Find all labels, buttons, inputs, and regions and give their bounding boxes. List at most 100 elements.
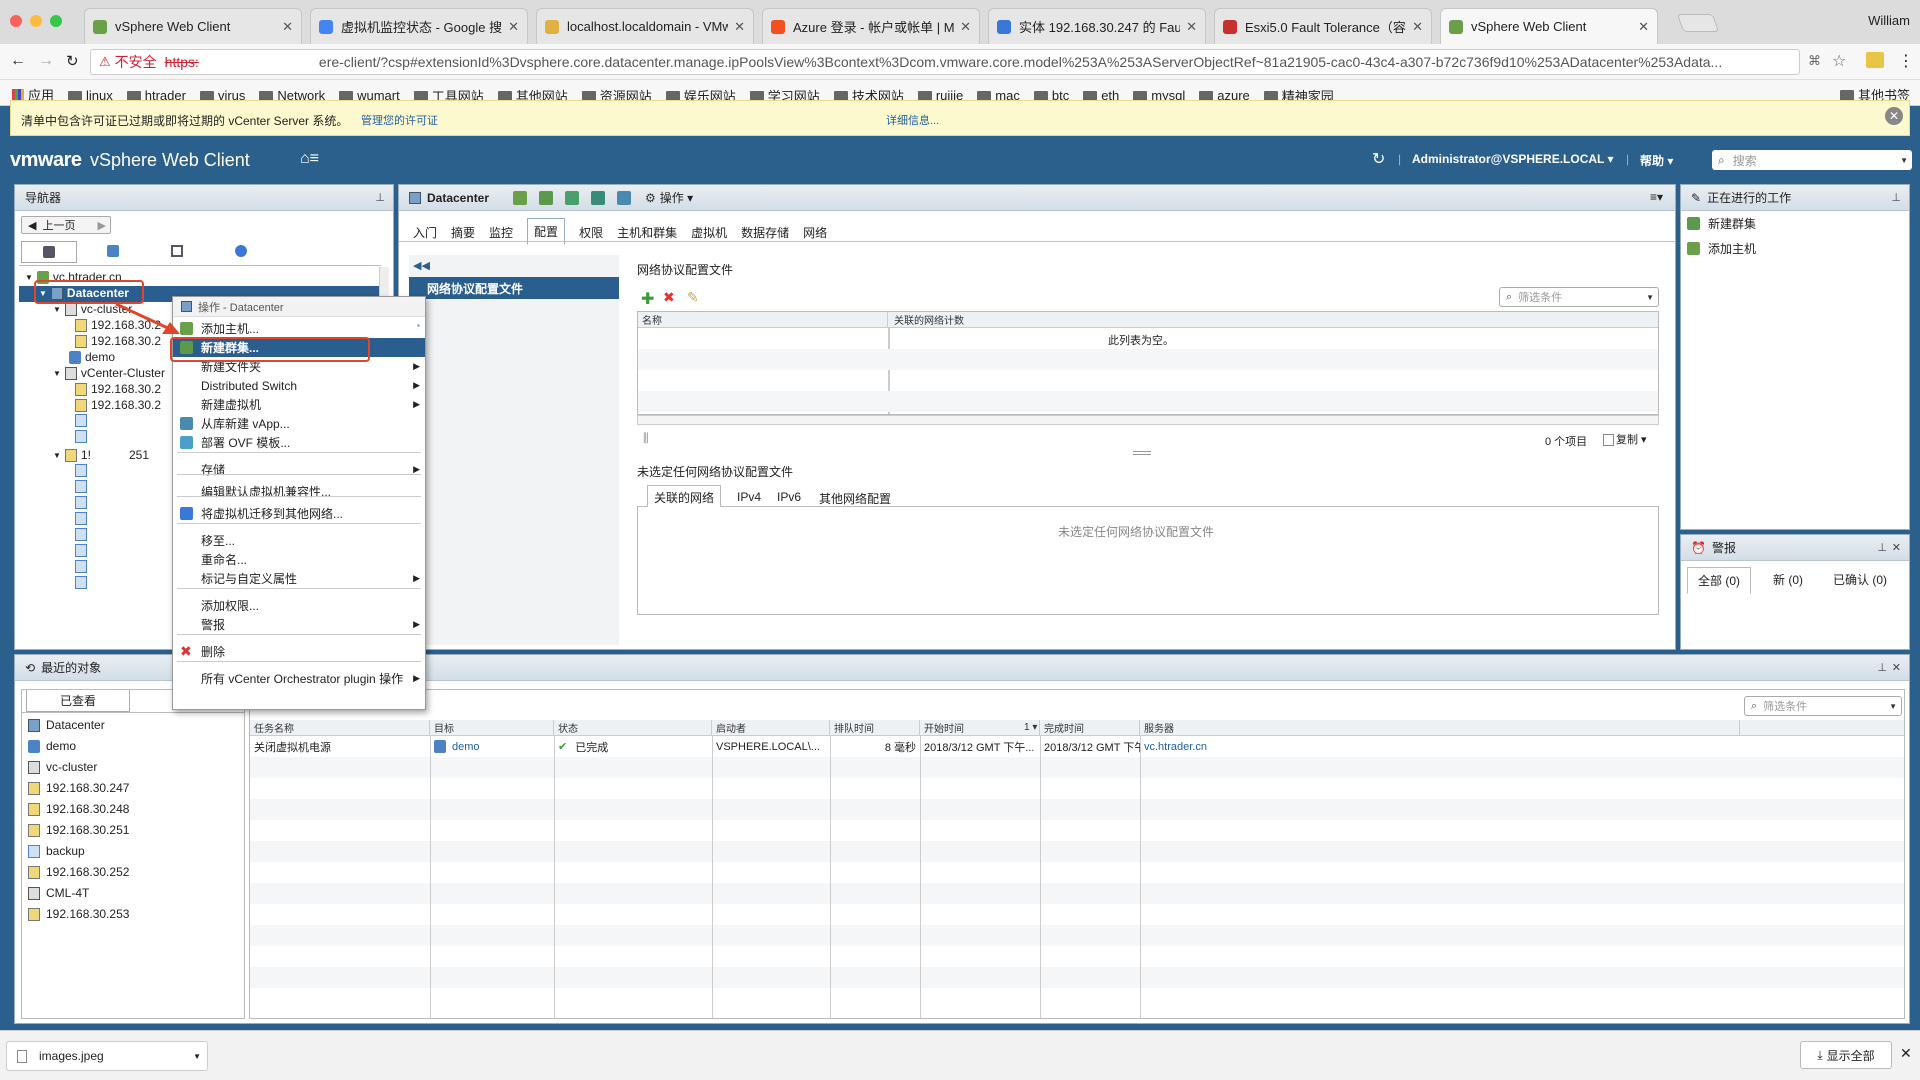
help-menu[interactable]: 帮助 ▾ bbox=[1640, 152, 1673, 169]
hosts-clusters-tab[interactable] bbox=[21, 241, 77, 263]
pin-icon[interactable]: ⊥ bbox=[1877, 661, 1887, 674]
actions-menu[interactable]: 操作 ▾ bbox=[660, 189, 693, 206]
user-menu[interactable]: Administrator@VSPHERE.LOCAL ▾ bbox=[1412, 152, 1614, 166]
add-icon[interactable]: ✚ bbox=[641, 289, 654, 309]
vm-icon[interactable] bbox=[75, 430, 87, 443]
menu-item[interactable]: 编辑默认虚拟机兼容性... bbox=[173, 482, 425, 501]
vm-icon[interactable] bbox=[75, 560, 87, 573]
reload-icon[interactable]: ↻ bbox=[66, 52, 79, 70]
pin-icon[interactable]: ⊥ bbox=[1891, 191, 1901, 204]
tree-item[interactable]: 192.168.30.2 bbox=[75, 382, 161, 396]
filter-input[interactable]: ⌕ 筛选条件 ▼ bbox=[1499, 287, 1659, 307]
list-item[interactable]: vc-cluster bbox=[28, 760, 97, 774]
menu-item[interactable]: 部署 OVF 模板... bbox=[173, 433, 425, 452]
list-item[interactable]: 192.168.30.253 bbox=[28, 907, 129, 921]
work-item[interactable]: 添加主机 bbox=[1687, 240, 1756, 257]
menu-item[interactable]: Distributed Switch ▶ bbox=[173, 376, 425, 395]
alarm-tab[interactable]: 已确认 (0) bbox=[1827, 567, 1893, 592]
details-link[interactable]: 详细信息... bbox=[886, 112, 939, 128]
column-header[interactable]: 服务器 bbox=[1140, 720, 1740, 735]
close-window-icon[interactable] bbox=[10, 15, 22, 27]
menu-item[interactable]: 重命名... bbox=[173, 550, 425, 569]
detail-tab[interactable]: IPv4 bbox=[733, 487, 765, 507]
new-tab-button[interactable] bbox=[1676, 14, 1720, 32]
side-item-network-protocol-profiles[interactable]: 网络协议配置文件 bbox=[409, 277, 619, 299]
close-icon[interactable]: ✕ bbox=[1892, 541, 1901, 554]
back-button[interactable]: ◀ 上一页 ▶ bbox=[21, 216, 111, 234]
tree-item[interactable]: demo bbox=[69, 350, 115, 364]
table-row[interactable]: 关闭虚拟机电源 demo ✔ 已完成 VSPHERE.LOCAL\... 8 毫秒 2018… bbox=[250, 736, 1904, 757]
column-header[interactable]: 1 ▾ bbox=[1020, 720, 1040, 735]
download-item[interactable]: images.jpeg ▼ bbox=[6, 1041, 208, 1071]
close-icon[interactable]: ✕ bbox=[1892, 661, 1901, 674]
profile-name[interactable]: William bbox=[1868, 13, 1910, 28]
chevron-down-icon[interactable]: ▼ bbox=[25, 273, 33, 282]
list-item[interactable]: Datacenter bbox=[28, 718, 105, 732]
tree-item[interactable]: 192.168.30.2 bbox=[75, 398, 161, 412]
vm-icon[interactable] bbox=[75, 544, 87, 557]
close-icon[interactable]: ✕ bbox=[1885, 107, 1903, 125]
column-header[interactable]: 排队时间 bbox=[830, 720, 920, 735]
vm-icon[interactable] bbox=[75, 528, 87, 541]
column-header[interactable]: 状态 bbox=[554, 720, 712, 735]
browser-tab[interactable]: 虚拟机监控状态 - Google 搜索 ✕ bbox=[310, 8, 528, 44]
cell-target[interactable]: demo bbox=[452, 741, 480, 753]
pin-icon[interactable]: ⊥ bbox=[375, 191, 385, 204]
menu-item[interactable]: 新建虚拟机 ▶ bbox=[173, 395, 425, 414]
menu-item[interactable]: 存储 ▶ bbox=[173, 460, 425, 479]
column-network-count[interactable]: 关联的网络计数 bbox=[890, 312, 1660, 327]
browser-tab[interactable]: Azure 登录 - 帐户或帐单 | Micr ✕ bbox=[762, 8, 980, 44]
list-item[interactable]: 192.168.30.247 bbox=[28, 781, 129, 795]
browser-tab[interactable]: 实体 192.168.30.247 的 Fault T ✕ bbox=[988, 8, 1206, 44]
browser-tab[interactable]: Esxi5.0 Fault Tolerance（容错） ✕ bbox=[1214, 8, 1432, 44]
translate-icon[interactable]: ⌘ bbox=[1808, 53, 1821, 69]
storage-tab[interactable] bbox=[149, 241, 205, 263]
column-header[interactable]: 目标 bbox=[430, 720, 554, 735]
browser-tab[interactable]: vSphere Web Client ✕ bbox=[1440, 8, 1658, 44]
close-tab-icon[interactable]: ✕ bbox=[1186, 19, 1197, 35]
delete-icon[interactable]: ✖ bbox=[663, 289, 675, 306]
column-header[interactable]: 完成时间 bbox=[1040, 720, 1140, 735]
back-icon[interactable]: ← bbox=[10, 52, 26, 70]
chevron-down-icon[interactable]: ▼ bbox=[53, 305, 61, 314]
tab-viewed[interactable]: 已查看 bbox=[26, 690, 130, 712]
chevron-down-icon[interactable]: ▼ bbox=[53, 369, 61, 378]
new-folder-icon[interactable] bbox=[565, 190, 580, 205]
pin-icon[interactable]: ⊥ bbox=[1877, 541, 1887, 554]
vm-icon[interactable] bbox=[75, 496, 87, 509]
collapse-icon[interactable]: ◀◀ bbox=[413, 259, 430, 272]
distributed-switch-icon[interactable] bbox=[591, 190, 606, 205]
menu-item[interactable]: ✖ 删除 bbox=[173, 642, 425, 661]
chevron-down-icon[interactable]: ▼ bbox=[53, 451, 61, 460]
menu-item[interactable]: 添加主机... bbox=[173, 319, 425, 338]
add-host-icon[interactable] bbox=[513, 190, 528, 205]
list-item[interactable]: 192.168.30.252 bbox=[28, 865, 129, 879]
horizontal-scrollbar[interactable] bbox=[637, 415, 1659, 425]
copy-button[interactable]: 复制 ▾ bbox=[1603, 431, 1647, 447]
address-bar[interactable]: ⚠ 不安全 https: ere-client/?csp#extensionId… bbox=[90, 49, 1800, 75]
menu-item[interactable]: 所有 vCenter Orchestrator plugin 操作 ▶ bbox=[173, 669, 425, 688]
list-item[interactable]: 192.168.30.248 bbox=[28, 802, 129, 816]
maximize-window-icon[interactable] bbox=[50, 15, 62, 27]
menu-item[interactable]: 标记与自定义属性 ▶ bbox=[173, 569, 425, 588]
close-tab-icon[interactable]: ✕ bbox=[1412, 19, 1423, 35]
column-name[interactable]: 名称 bbox=[638, 312, 888, 327]
vm-icon[interactable] bbox=[75, 576, 87, 589]
close-tab-icon[interactable]: ✕ bbox=[960, 19, 971, 35]
close-tab-icon[interactable]: ✕ bbox=[734, 19, 745, 35]
column-header[interactable]: 任务名称 bbox=[250, 720, 430, 735]
column-header[interactable]: 启动者 bbox=[712, 720, 830, 735]
browser-tab[interactable]: vSphere Web Client ✕ bbox=[84, 8, 302, 44]
tree-item[interactable]: ▼ 1! bbox=[53, 448, 91, 462]
menu-item[interactable]: 添加权限... bbox=[173, 596, 425, 615]
close-icon[interactable]: ✕ bbox=[1900, 1045, 1912, 1062]
bookmark-star-icon[interactable]: ☆ bbox=[1832, 51, 1846, 71]
chevron-down-icon[interactable]: ▼ bbox=[193, 1052, 201, 1061]
extension-icon[interactable] bbox=[1866, 52, 1884, 68]
menu-icon[interactable]: ⋮ bbox=[1898, 51, 1914, 71]
edit-icon[interactable]: ✎ bbox=[687, 289, 699, 306]
chevron-down-icon[interactable]: ▼ bbox=[1900, 156, 1908, 165]
vm-icon[interactable] bbox=[75, 480, 87, 493]
menu-item[interactable]: 移至... bbox=[173, 531, 425, 550]
cell-server[interactable]: vc.htrader.cn bbox=[1144, 741, 1207, 753]
